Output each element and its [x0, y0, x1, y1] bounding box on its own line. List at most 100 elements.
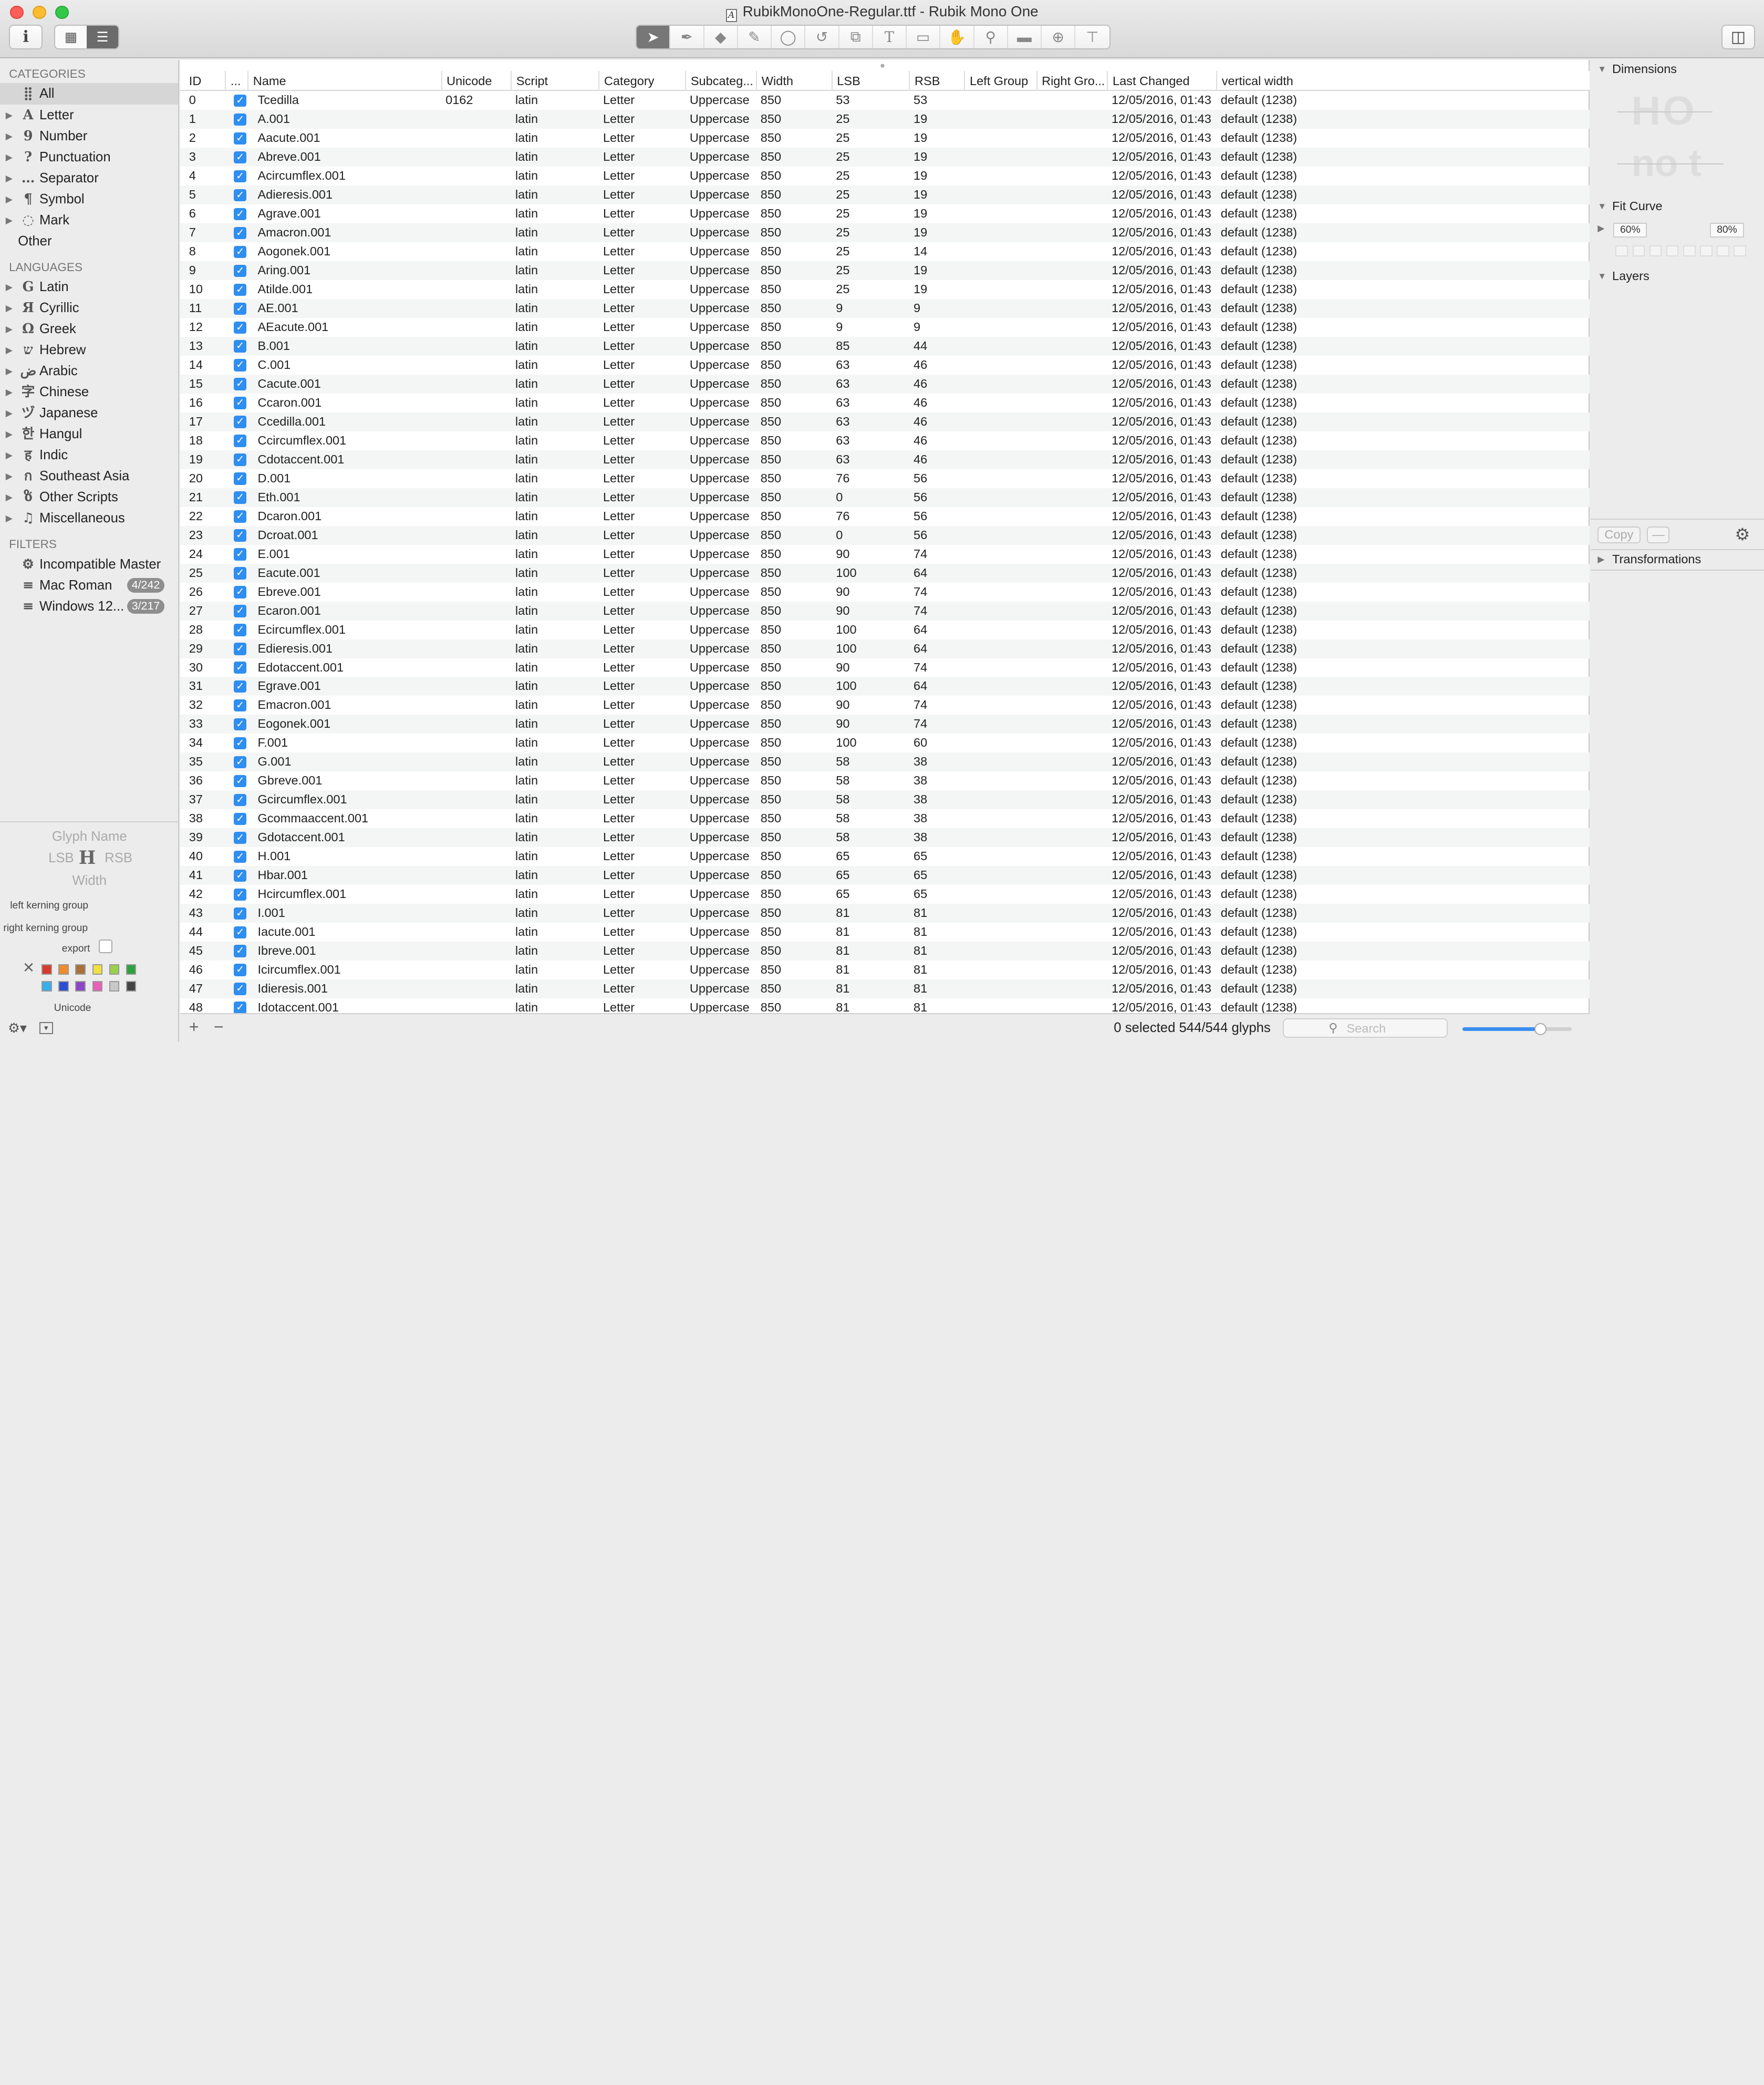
- sidebar-item-symbol[interactable]: ▶ ¶ Symbol: [0, 189, 178, 210]
- sidebar-item-incompatible-master[interactable]: ⚙ Incompatible Master: [0, 554, 178, 575]
- export-checkbox[interactable]: ✓: [234, 605, 247, 617]
- export-checkbox[interactable]: ✓: [234, 245, 247, 259]
- color-swatch[interactable]: [58, 964, 69, 975]
- sidebar-item-number[interactable]: ▶ 9 Number: [0, 126, 178, 147]
- export-checkbox[interactable]: ✓: [234, 567, 247, 580]
- fit-curve-node-button[interactable]: [1649, 245, 1662, 257]
- export-checkbox[interactable]: ✓: [234, 737, 247, 750]
- zoom-slider[interactable]: [1462, 1023, 1572, 1036]
- hand-tool-icon[interactable]: ✋: [940, 26, 974, 48]
- color-swatch[interactable]: [109, 981, 119, 992]
- table-row[interactable]: ✓ 14 C.001 latin Letter Uppercase 850 63 46 12/05…: [180, 356, 1590, 375]
- export-checkbox[interactable]: ✓: [234, 151, 247, 164]
- export-checkbox[interactable]: ✓: [234, 416, 247, 428]
- sidebar-item-southeast-asia[interactable]: ▶ ก Southeast Asia: [0, 466, 178, 487]
- export-checkbox[interactable]: ✓: [234, 378, 247, 390]
- gear-icon[interactable]: ⚙▾: [8, 1020, 27, 1036]
- sidebar-item-punctuation[interactable]: ▶? Punctuation: [0, 147, 178, 168]
- table-row[interactable]: ✓ 39 Gdotaccent.001 latin Letter Uppercase 850…: [180, 828, 1590, 848]
- table-row[interactable]: ✓ 27 Ecaron.001 latin Letter Uppercase 850 90 74…: [180, 601, 1590, 621]
- table-row[interactable]: ✓ 22 Dcaron.001 latin Letter Uppercase 850 76 56…: [180, 507, 1590, 526]
- column-header-width[interactable]: Width: [756, 70, 831, 91]
- disclosure-triangle-icon[interactable]: ▶: [6, 339, 13, 360]
- column-header-name[interactable]: Name: [247, 70, 441, 91]
- column-header-last-changed[interactable]: Last Changed: [1107, 70, 1216, 91]
- disclosure-triangle-icon[interactable]: ▶: [6, 189, 13, 210]
- disclosure-triangle-icon[interactable]: ▶: [6, 402, 13, 424]
- table-row[interactable]: ✓ 10 Atilde.001 latin Letter Uppercase 850 25 19…: [180, 280, 1590, 299]
- gear-icon[interactable]: ⚙: [1735, 524, 1750, 544]
- layers-section-header[interactable]: ▼ Layers: [1591, 267, 1764, 285]
- table-row[interactable]: ✓ 35 G.001 latin Letter Uppercase 850 58 38 12/05…: [180, 752, 1590, 772]
- disclosure-triangle-icon[interactable]: ▶: [6, 445, 13, 466]
- disclosure-triangle-icon[interactable]: ▶: [6, 487, 13, 508]
- export-checkbox[interactable]: ✓: [234, 926, 247, 939]
- export-checkbox[interactable]: ✓: [234, 529, 247, 542]
- pencil-tool-icon[interactable]: ✎: [738, 26, 772, 48]
- export-checkbox[interactable]: ✓: [234, 661, 247, 674]
- draw-tool-icon[interactable]: ◆: [704, 26, 738, 48]
- table-row[interactable]: ✓ 2 Aacute.001 latin Letter Uppercase 850 25 19 1…: [180, 129, 1590, 148]
- export-checkbox[interactable]: ✓: [234, 283, 247, 296]
- remove-layer-button[interactable]: —: [1647, 527, 1670, 544]
- export-checkbox[interactable]: ✓: [234, 869, 247, 882]
- fit-curve-node-button[interactable]: [1734, 245, 1746, 257]
- column-header-right-gro[interactable]: Right Gro...: [1036, 70, 1107, 91]
- column-header-category[interactable]: Category: [598, 70, 685, 91]
- grid-view-icon[interactable]: ▦: [55, 26, 87, 48]
- export-checkbox[interactable]: ✓: [234, 132, 247, 145]
- export-checkbox[interactable]: ✓: [234, 435, 247, 447]
- sidebar-item-japanese[interactable]: ▶ ヅ Japanese: [0, 402, 178, 424]
- color-swatch[interactable]: [75, 981, 86, 992]
- knife-tool-icon[interactable]: ⊕: [1042, 26, 1076, 48]
- table-row[interactable]: ✓ 37 Gcircumflex.001 latin Letter Uppercase 85…: [180, 790, 1590, 810]
- sidebar-item-cyrillic[interactable]: ▶ Я Cyrillic: [0, 297, 178, 318]
- clear-color-icon[interactable]: ✕: [23, 959, 35, 976]
- export-checkbox[interactable]: ✓: [234, 340, 247, 353]
- sidebar-item-hebrew[interactable]: ▶ ש Hebrew: [0, 339, 178, 360]
- color-swatch[interactable]: [109, 964, 119, 975]
- sidebar-toggle-button[interactable]: ◫: [1721, 25, 1756, 50]
- color-swatch[interactable]: [92, 964, 102, 975]
- list-view-icon[interactable]: ☰: [86, 26, 119, 49]
- zoom-tool-icon[interactable]: ⚲: [974, 26, 1008, 48]
- rotate-tool-icon[interactable]: ↺: [805, 26, 839, 48]
- copy-layer-button[interactable]: Copy: [1597, 527, 1641, 544]
- table-row[interactable]: ✓ 43 I.001 latin Letter Uppercase 850 81 81 12/05…: [180, 904, 1590, 923]
- sidebar-item-mac-roman[interactable]: ≡ Mac Roman 4/242: [0, 575, 178, 596]
- table-row[interactable]: ✓ 18 Ccircumflex.001 latin Letter Uppercase 85…: [180, 431, 1590, 450]
- table-row[interactable]: ✓ 42 Hcircumflex.001 latin Letter Uppercase 85…: [180, 885, 1590, 904]
- disclosure-triangle-icon[interactable]: ▶: [6, 360, 13, 381]
- color-swatch[interactable]: [58, 981, 69, 992]
- table-row[interactable]: ✓ 16 Ccaron.001 latin Letter Uppercase 850 63 46…: [180, 394, 1590, 412]
- table-row[interactable]: ✓ 24 E.001 latin Letter Uppercase 850 90 74 12/05…: [180, 545, 1590, 564]
- width-field[interactable]: Width: [0, 873, 179, 889]
- table-row[interactable]: ✓ 30 Edotaccent.001 latin Letter Uppercase 850…: [180, 658, 1590, 677]
- scale-tool-icon[interactable]: ⧉: [839, 26, 873, 48]
- table-row[interactable]: ✓ 3 Abreve.001 latin Letter Uppercase 850 25 19 1…: [180, 148, 1590, 167]
- table-row[interactable]: ✓ 28 Ecircumflex.001 latin Letter Uppercase 85…: [180, 621, 1590, 639]
- disclosure-triangle-icon[interactable]: ▶: [6, 168, 13, 189]
- export-checkbox[interactable]: ✓: [234, 888, 247, 901]
- table-row[interactable]: ✓ 19 Cdotaccent.001 latin Letter Uppercase 850…: [180, 450, 1590, 469]
- export-checkbox[interactable]: ✓: [234, 831, 247, 844]
- export-checkbox[interactable]: ✓: [234, 680, 247, 693]
- text-tool-icon[interactable]: T: [873, 26, 907, 48]
- column-header-rsb[interactable]: RSB: [909, 70, 964, 91]
- table-row[interactable]: ✓ 32 Emacron.001 latin Letter Uppercase 850 90 7…: [180, 696, 1590, 715]
- column-header-subcateg[interactable]: Subcateg...: [685, 70, 756, 91]
- fit-curve-expand-icon[interactable]: ▶: [1597, 223, 1604, 234]
- info-button[interactable]: i: [9, 25, 43, 50]
- table-row[interactable]: ✓ 31 Egrave.001 latin Letter Uppercase 850 100 6…: [180, 677, 1590, 696]
- table-row[interactable]: ✓ 4 Acircumflex.001 latin Letter Uppercase 850…: [180, 167, 1590, 185]
- export-checkbox[interactable]: ✓: [234, 170, 247, 183]
- table-row[interactable]: ✓ 11 AE.001 latin Letter Uppercase 850 9 9 12/05/…: [180, 299, 1590, 318]
- table-row[interactable]: ✓ 45 Ibreve.001 latin Letter Uppercase 850 81 81…: [180, 942, 1590, 961]
- table-row[interactable]: ✓ 5 Adieresis.001 latin Letter Uppercase 850 25…: [180, 185, 1590, 205]
- export-checkbox[interactable]: ✓: [234, 189, 247, 202]
- disclosure-triangle-icon[interactable]: ▶: [6, 297, 13, 318]
- export-checkbox[interactable]: ✓: [234, 718, 247, 731]
- sidebar-item-indic[interactable]: ▶ ह Indic: [0, 445, 178, 466]
- column-header-vertical-width[interactable]: vertical width: [1216, 70, 1407, 91]
- sidebar-item-other-scripts[interactable]: ▶ ზ Other Scripts: [0, 487, 178, 508]
